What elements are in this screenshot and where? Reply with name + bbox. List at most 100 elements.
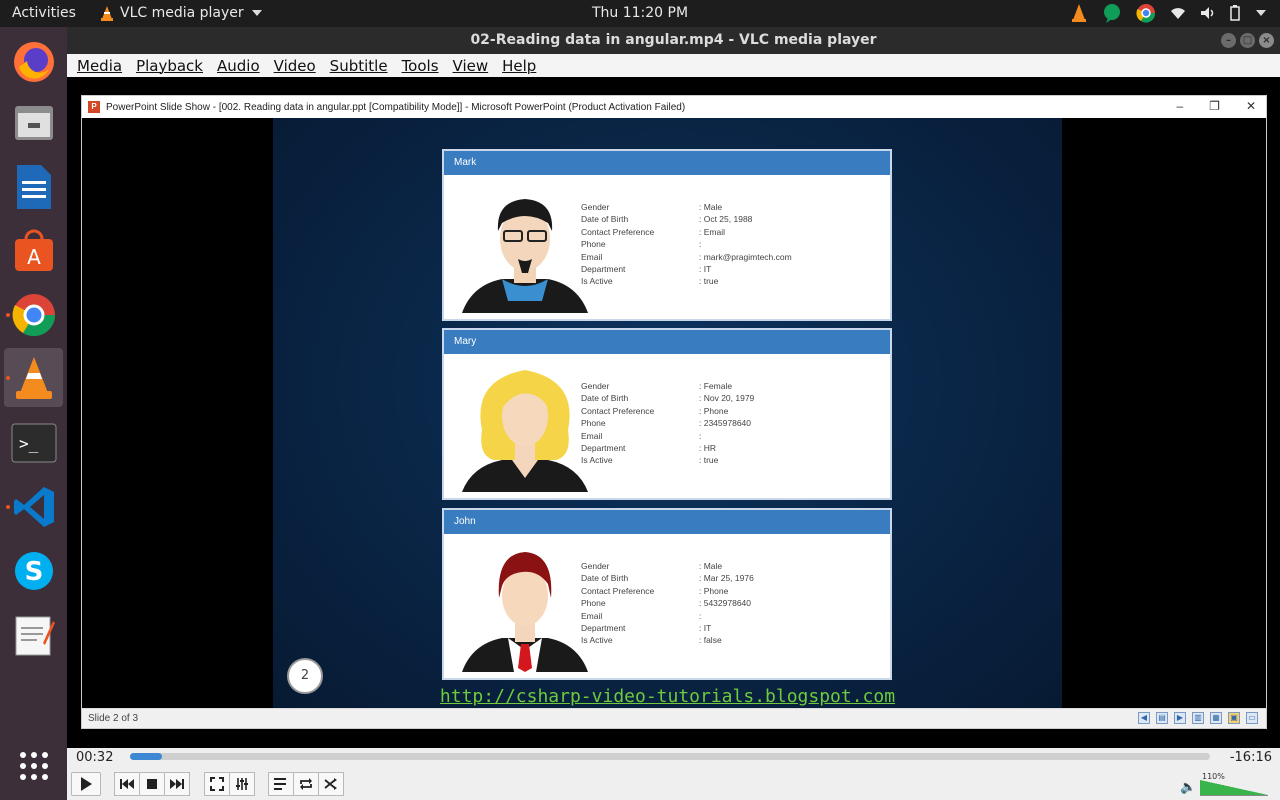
vlc-launcher[interactable] (4, 348, 63, 407)
app-menu[interactable]: VLC media player (100, 5, 262, 21)
chevron-down-icon (251, 10, 262, 16)
fullscreen-icon (210, 777, 224, 791)
minimize-button[interactable]: – (1221, 33, 1236, 48)
running-indicator (6, 505, 10, 509)
field-label: Gender (581, 561, 610, 571)
wifi-icon[interactable] (1170, 6, 1186, 20)
menu-help[interactable]: Help (502, 57, 536, 75)
field-value: : 5432978640 (699, 598, 751, 609)
field-value: : mark@pragimtech.com (699, 251, 792, 262)
equalizer-icon (236, 778, 248, 790)
field-value: : Oct 25, 1988 (699, 214, 753, 225)
playlist-button[interactable] (268, 772, 294, 796)
field-value: : IT (699, 622, 712, 633)
battery-icon[interactable] (1230, 5, 1240, 21)
male-avatar-glasses-icon (462, 199, 588, 313)
volume-control[interactable]: 🔈 110% (1180, 772, 1270, 798)
slideshow-icon: ▭ (1246, 712, 1258, 724)
powerpoint-icon: P (88, 101, 100, 113)
reading-view-icon: ▣ (1228, 712, 1240, 724)
ppt-titlebar: P PowerPoint Slide Show - [002. Reading … (82, 96, 1266, 118)
card-header: Mary (444, 330, 890, 354)
field-value: : true (699, 455, 719, 466)
terminal-launcher[interactable]: >_ (4, 413, 63, 472)
field-label: Contact Preference (581, 405, 655, 416)
vlc-tray-icon[interactable] (1070, 3, 1088, 23)
fullscreen-button[interactable] (204, 772, 230, 796)
menu-subtitle[interactable]: Subtitle (330, 57, 388, 75)
elapsed-time: 00:32 (76, 750, 114, 765)
chrome-launcher[interactable] (4, 285, 63, 344)
clock[interactable]: Thu 11:20 PM (592, 5, 688, 21)
text-editor-icon (15, 616, 55, 655)
writer-launcher[interactable] (4, 157, 63, 216)
system-tray[interactable] (1070, 3, 1266, 23)
extended-settings-button[interactable] (229, 772, 255, 796)
slide-url: http://csharp-video-tutorials.blogspot.c… (439, 686, 896, 707)
chrome-tray-icon[interactable] (1136, 3, 1156, 23)
play-button[interactable] (71, 772, 101, 796)
field-label: Date of Birth (581, 573, 629, 584)
terminal-icon: >_ (11, 423, 56, 462)
notes-icon: ▤ (1156, 712, 1168, 724)
field-label: Department (581, 622, 626, 633)
menu-tools[interactable]: Tools (402, 57, 439, 75)
shuffle-icon (324, 778, 337, 790)
maximize-button[interactable]: □ (1240, 33, 1255, 48)
activities-button[interactable]: Activities (12, 5, 76, 21)
field-value: : (699, 610, 702, 621)
stop-button[interactable] (139, 772, 165, 796)
menu-audio[interactable]: Audio (217, 57, 260, 75)
svg-text:A: A (27, 245, 41, 269)
field-label: Date of Birth (581, 214, 629, 225)
previous-button[interactable] (114, 772, 140, 796)
speaker-icon[interactable]: 🔈 (1180, 780, 1196, 795)
close-button[interactable]: × (1259, 33, 1274, 48)
skype-icon: S (14, 551, 53, 590)
card-header: John (444, 510, 890, 534)
vlc-cone-icon (15, 356, 52, 399)
ppt-minimize-icon: – (1176, 99, 1184, 113)
field-value: : (699, 430, 702, 441)
field-value: : Email (699, 226, 725, 237)
field-value: : (699, 239, 702, 250)
menu-view[interactable]: View (453, 57, 489, 75)
files-launcher[interactable] (4, 93, 63, 152)
video-area[interactable]: P PowerPoint Slide Show - [002. Reading … (67, 77, 1280, 748)
text-editor-launcher[interactable] (4, 605, 63, 664)
chat-tray-icon[interactable] (1102, 3, 1122, 23)
slide-frame: Mark Gender: Male Date of Birth: Oct 25… (82, 118, 1266, 708)
next-button[interactable] (164, 772, 190, 796)
window-titlebar[interactable]: 02-Reading data in angular.mp4 - VLC med… (67, 27, 1280, 54)
menu-video[interactable]: Video (274, 57, 316, 75)
seek-slider[interactable] (130, 753, 1210, 760)
window-title: 02-Reading data in angular.mp4 - VLC med… (470, 32, 877, 48)
firefox-launcher[interactable] (4, 32, 63, 91)
field-value: : Male (699, 561, 723, 571)
field-label: Contact Preference (581, 585, 655, 596)
field-value: : false (699, 635, 722, 646)
writer-icon (16, 164, 51, 209)
playback-controls: 🔈 110% (67, 768, 1280, 800)
previous-icon (120, 779, 134, 789)
menu-playback[interactable]: Playback (136, 57, 203, 75)
volume-icon[interactable] (1200, 6, 1216, 20)
field-label: Phone (581, 598, 606, 609)
field-label: Is Active (581, 635, 613, 646)
system-menu-chevron-icon[interactable] (1256, 10, 1266, 16)
field-label: Gender (581, 381, 610, 391)
loop-button[interactable] (293, 772, 319, 796)
vlc-icon (101, 6, 113, 21)
software-launcher[interactable]: A (4, 221, 63, 280)
show-applications-button[interactable] (4, 736, 63, 795)
field-value: : true (699, 276, 719, 287)
remaining-time[interactable]: -16:16 (1230, 750, 1272, 765)
volume-slider[interactable] (1200, 780, 1268, 796)
files-icon (14, 105, 53, 140)
female-avatar-icon (462, 370, 588, 492)
skype-launcher[interactable]: S (4, 541, 63, 600)
field-list: Gender: Male Date of Birth: Oct 25, 1988… (581, 201, 829, 288)
shuffle-button[interactable] (318, 772, 344, 796)
vscode-launcher[interactable] (4, 477, 63, 536)
menu-media[interactable]: Media (77, 57, 122, 75)
